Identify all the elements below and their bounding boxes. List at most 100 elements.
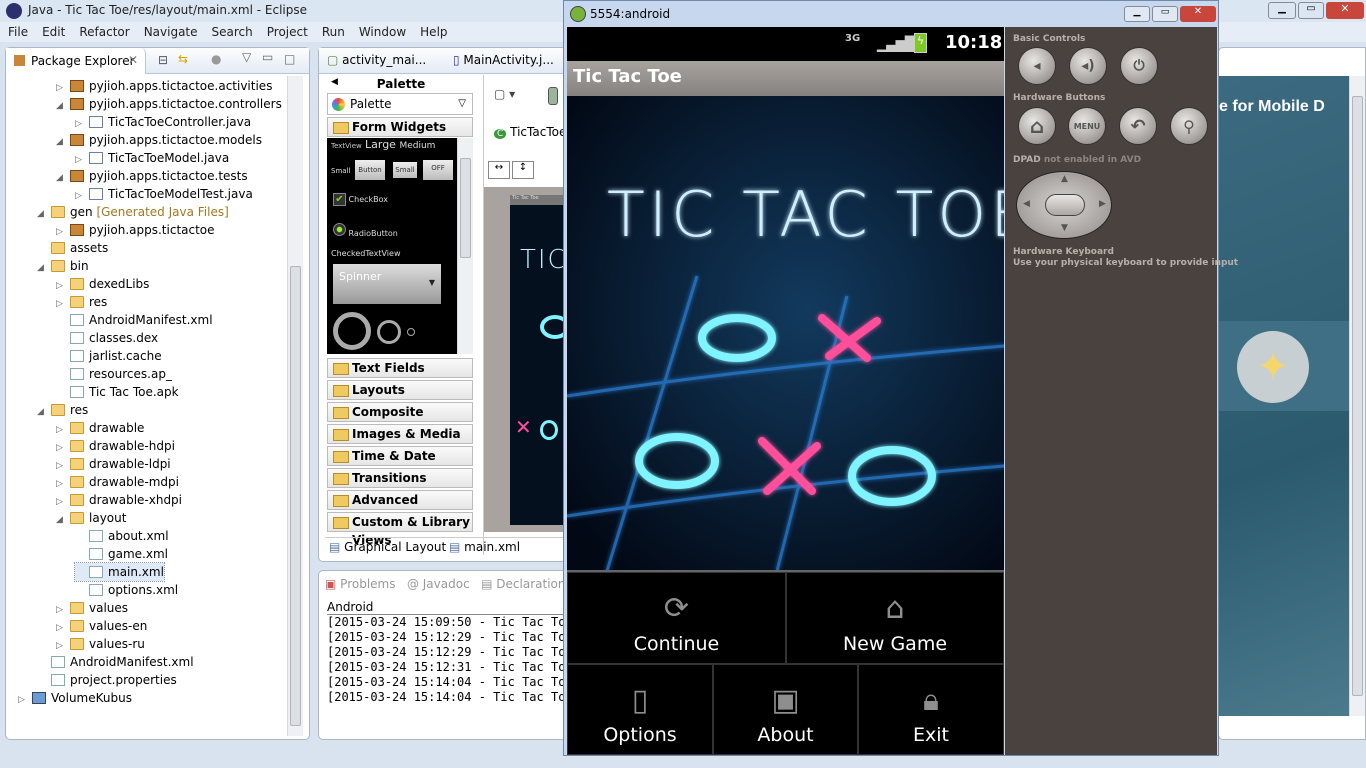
tree-item[interactable]: assets — [37, 239, 108, 257]
expanded-arrow-icon[interactable]: ◢ — [56, 511, 70, 529]
menu-new-game[interactable]: ⌂ New Game — [786, 572, 1004, 664]
tree-item[interactable]: AndroidManifest.xml — [37, 653, 194, 671]
menu-exit[interactable]: 🔒︎ Exit — [858, 664, 1004, 755]
tab-package-explorer[interactable]: Package Explorer ✕ — [6, 48, 146, 74]
tree-item[interactable]: ▷ drawable-hdpi — [56, 437, 175, 455]
back-button[interactable]: ↶ — [1119, 107, 1157, 145]
volume-down-button[interactable]: ◂ — [1018, 47, 1056, 85]
tree-item[interactable]: ◢ pyjioh.apps.tictactoe.models — [56, 131, 262, 149]
widget-progress-large[interactable] — [333, 312, 371, 350]
widget-radiobutton[interactable]: RadioButton — [333, 223, 398, 238]
menu-edit[interactable]: Edit — [42, 25, 65, 39]
menu-run[interactable]: Run — [322, 25, 345, 39]
tree-item[interactable]: ▷ values — [56, 599, 128, 617]
palette-category[interactable]: Layouts — [327, 380, 473, 400]
tab-graphical-layout[interactable]: ▤ Graphical Layout — [329, 540, 446, 554]
home-button[interactable]: ⌂ — [1018, 107, 1056, 145]
dpad-down-icon[interactable]: ▼ — [1061, 223, 1068, 233]
palette-category[interactable]: Advanced — [327, 490, 473, 510]
minimize-icon[interactable]: ▭ — [262, 50, 273, 64]
emulator-close-button[interactable]: ✕ — [1180, 6, 1216, 22]
tree-item[interactable]: ▷ TicTacToeModelTest.java — [75, 185, 253, 203]
menu-file[interactable]: File — [8, 25, 28, 39]
collapse-all-icon[interactable]: ⊟ — [158, 53, 168, 67]
device-icon[interactable] — [548, 87, 558, 105]
dpad-right-icon[interactable]: ▶ — [1099, 199, 1106, 209]
scrollbar-thumb[interactable] — [1352, 96, 1363, 696]
tree-item[interactable]: ▷ drawable-xhdpi — [56, 491, 182, 509]
dpad-left-icon[interactable]: ◀ — [1023, 199, 1030, 209]
tree-item[interactable]: options.xml — [75, 581, 178, 599]
tab-main-xml[interactable]: ▤ main.xml — [449, 540, 520, 554]
palette-category[interactable]: Custom & Library Views — [327, 512, 473, 547]
menu-project[interactable]: Project — [267, 25, 308, 39]
fill-width-button[interactable]: ↔ — [488, 161, 510, 179]
widget-progress-medium[interactable] — [377, 320, 401, 344]
tree-item[interactable]: jarlist.cache — [56, 347, 162, 365]
filter-icon[interactable]: ● — [211, 52, 221, 66]
dpad-up-icon[interactable]: ▲ — [1061, 174, 1068, 184]
tab-problems[interactable]: Problems — [340, 577, 395, 591]
menu-help[interactable]: Help — [420, 25, 447, 39]
tree-item[interactable]: main.xml — [74, 562, 165, 582]
tree-item[interactable]: ◢ gen [Generated Java Files] — [37, 203, 229, 221]
expanded-arrow-icon[interactable]: ◢ — [37, 205, 51, 223]
close-icon[interactable]: ✕ — [128, 53, 138, 67]
palette-category[interactable]: Images & Media — [327, 424, 473, 444]
scrollbar-thumb[interactable] — [460, 158, 471, 258]
tree-item[interactable]: ▷ VolumeKubus — [18, 689, 132, 707]
tree-item[interactable]: ▷ dexedLibs — [56, 275, 149, 293]
widget-large[interactable]: Large Medium — [365, 138, 435, 151]
tree-item[interactable]: ◢ pyjioh.apps.tictactoe.tests — [56, 167, 248, 185]
widget-checkedtextview[interactable]: CheckedTextView — [331, 249, 401, 258]
palette-category-form-widgets[interactable]: Form Widgets — [327, 117, 473, 137]
widget-checkbox[interactable]: ✔ CheckBox — [333, 193, 388, 206]
tree-item[interactable]: ▷ pyjioh.apps.tictactoe — [56, 221, 215, 239]
tree-item[interactable]: ◢ bin — [37, 257, 89, 275]
widget-textview[interactable]: TextView — [331, 142, 362, 150]
tree-item[interactable]: resources.ap_ — [56, 365, 172, 383]
widget-small[interactable]: Small — [331, 167, 350, 175]
widget-spinner[interactable]: Spinner ▼ — [333, 264, 441, 304]
tree-item[interactable]: ▷ TicTacToeController.java — [75, 113, 251, 131]
tree-item[interactable]: ▷ drawable-ldpi — [56, 455, 171, 473]
widget-small-button[interactable]: Small — [393, 162, 417, 178]
tree-item[interactable]: ▷ TicTacToeModel.java — [75, 149, 229, 167]
emulator-minimize-button[interactable]: ▁ — [1124, 6, 1150, 22]
link-with-editor-icon[interactable]: ⇆ — [178, 52, 188, 66]
power-button[interactable]: ⏻ — [1120, 47, 1158, 85]
tree-item[interactable]: ▷ pyjioh.apps.tictactoe.activities — [56, 77, 272, 95]
tree-scrollbar[interactable] — [287, 76, 303, 736]
minimize-button[interactable]: ▁ — [1268, 2, 1296, 19]
search-button[interactable]: ⚲ — [1170, 107, 1208, 145]
menu-search[interactable]: Search — [212, 25, 253, 39]
expanded-arrow-icon[interactable]: ◢ — [37, 259, 51, 277]
dpad-center[interactable] — [1045, 194, 1085, 216]
tab-declaration[interactable]: Declaration — [496, 577, 565, 591]
scrollbar-thumb[interactable] — [290, 266, 301, 726]
tree-item[interactable]: ◢ pyjioh.apps.tictactoe.controllers — [56, 95, 282, 113]
expanded-arrow-icon[interactable]: ◢ — [37, 403, 51, 421]
activity-selector[interactable]: C TicTacToe — [494, 125, 566, 139]
menu-navigate[interactable]: Navigate — [144, 25, 198, 39]
tree-item[interactable]: ◢ layout — [56, 509, 126, 527]
tree-item[interactable]: classes.dex — [56, 329, 158, 347]
menu-about[interactable]: ▣ About — [713, 664, 858, 755]
menu-button[interactable]: MENU — [1068, 107, 1106, 145]
tab-main-activity[interactable]: ▯ MainActivity.j... — [453, 53, 573, 67]
widget-progress-small[interactable] — [407, 328, 415, 336]
tree-item[interactable]: ◢ res — [37, 401, 88, 419]
tree-item[interactable]: project.properties — [37, 671, 177, 689]
dpad[interactable]: ▲ ▼ ◀ ▶ — [1016, 171, 1112, 239]
tree-item[interactable]: ▷ values-ru — [56, 635, 145, 653]
browser-scrollbar[interactable] — [1349, 76, 1365, 716]
expanded-arrow-icon[interactable]: ◢ — [56, 169, 70, 187]
tree-item[interactable]: AndroidManifest.xml — [56, 311, 213, 329]
layout-config-icon[interactable]: ▢ ▾ — [494, 87, 515, 101]
palette-category[interactable]: Transitions — [327, 468, 473, 488]
maximize-button[interactable]: ▭ — [1298, 2, 1324, 19]
close-button[interactable]: ✕ — [1326, 2, 1364, 19]
menu-continue[interactable]: ⟳ Continue — [567, 572, 786, 664]
tree-item[interactable]: game.xml — [75, 545, 168, 563]
tree-item[interactable]: ▷ drawable-mdpi — [56, 473, 179, 491]
